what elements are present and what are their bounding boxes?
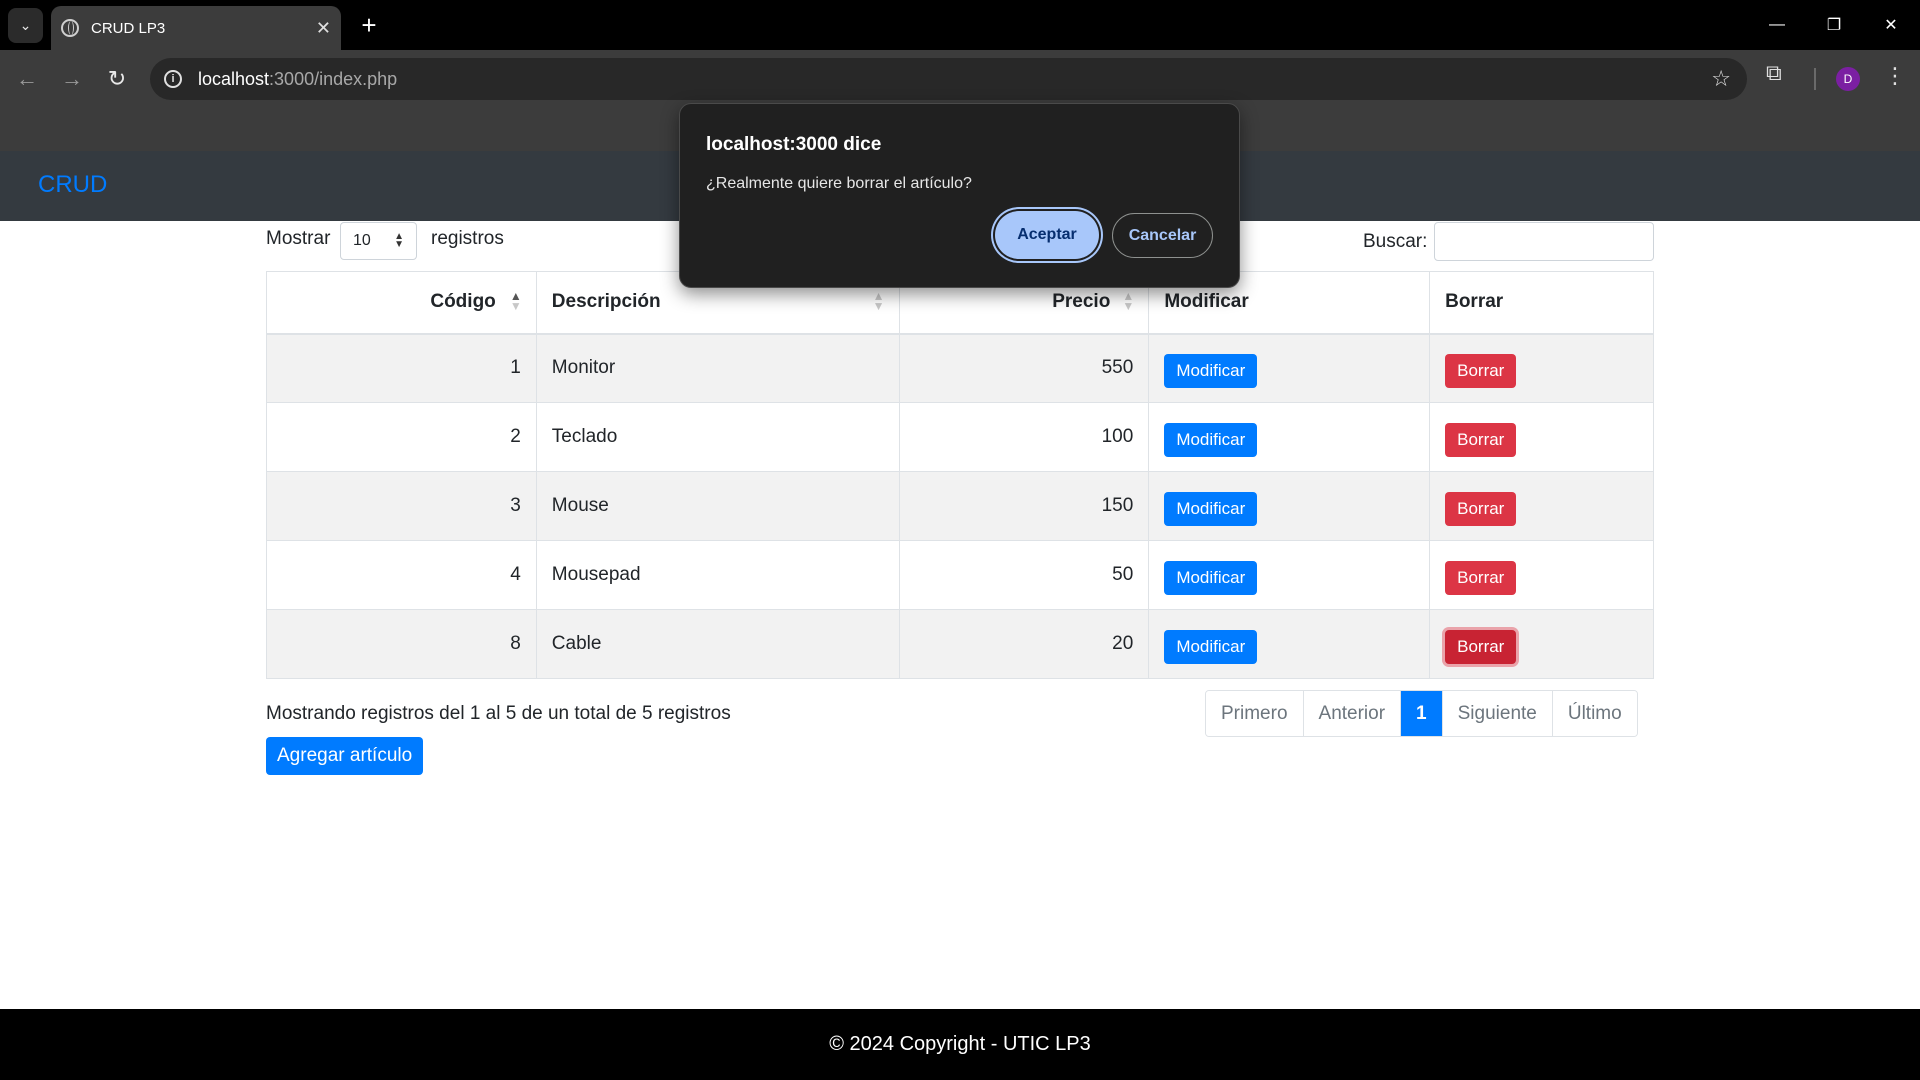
modify-button[interactable]: Modificar bbox=[1164, 354, 1258, 389]
page-next[interactable]: Siguiente bbox=[1442, 691, 1553, 736]
close-icon[interactable]: ✕ bbox=[316, 18, 331, 39]
restore-icon[interactable]: ❐ bbox=[1811, 8, 1857, 42]
url-host: localhost bbox=[198, 68, 270, 89]
page-current[interactable]: 1 bbox=[1401, 691, 1443, 736]
menu-kebab-icon[interactable]: ⋮ bbox=[1884, 63, 1906, 89]
cell-precio: 100 bbox=[898, 402, 1150, 472]
delete-button[interactable]: Borrar bbox=[1445, 423, 1517, 457]
length-value: 10 bbox=[353, 232, 371, 249]
cell-codigo: 2 bbox=[266, 402, 537, 472]
cell-precio: 150 bbox=[898, 471, 1150, 541]
accept-button[interactable]: Aceptar bbox=[995, 211, 1099, 259]
articles-table: Código ▲ ▼ Descripción ▲ ▼ Precio ▲ ▼ Modifica… bbox=[266, 271, 1654, 679]
page-previous[interactable]: Anterior bbox=[1303, 691, 1402, 736]
table-row: 8 Cable 20 Modificar Borrar bbox=[266, 609, 1654, 679]
table-info: Mostrando registros del 1 al 5 de un tot… bbox=[266, 703, 731, 724]
minimize-icon[interactable]: — bbox=[1754, 8, 1800, 42]
column-header-borrar: Borrar bbox=[1429, 271, 1654, 335]
sort-icon: ▲ ▼ bbox=[509, 289, 522, 313]
extensions-icon[interactable]: ⧉ bbox=[1766, 60, 1782, 86]
chevron-down-icon: ⌄ bbox=[19, 17, 32, 33]
dialog-title: localhost:3000 dice bbox=[706, 134, 882, 155]
cell-precio: 550 bbox=[898, 333, 1150, 403]
delete-button[interactable]: Borrar bbox=[1445, 492, 1517, 526]
cancel-button[interactable]: Cancelar bbox=[1112, 213, 1213, 258]
cell-descripcion: Mousepad bbox=[535, 540, 900, 610]
reload-icon[interactable]: ↻ bbox=[100, 62, 134, 96]
table-row: 2 Teclado 100 Modificar Borrar bbox=[266, 402, 1654, 472]
delete-button[interactable]: Borrar bbox=[1445, 561, 1517, 595]
back-icon[interactable]: ← bbox=[10, 62, 44, 96]
forward-icon[interactable]: → bbox=[55, 62, 89, 96]
cell-codigo: 1 bbox=[266, 333, 537, 403]
sort-icon: ▲ ▼ bbox=[1122, 289, 1135, 313]
pagination: Primero Anterior 1 Siguiente Último bbox=[1205, 690, 1638, 737]
browser-tab[interactable]: CRUD LP3 ✕ bbox=[51, 6, 341, 50]
navbar-brand[interactable]: CRUD bbox=[38, 171, 107, 199]
table-row: 3 Mouse 150 Modificar Borrar bbox=[266, 471, 1654, 541]
table-row: 4 Mousepad 50 Modificar Borrar bbox=[266, 540, 1654, 610]
profile-avatar[interactable]: D bbox=[1836, 67, 1860, 91]
browser-toolbar: ← → ↻ i localhost:3000/index.php ☆ bbox=[0, 50, 1920, 107]
address-bar[interactable]: i localhost:3000/index.php ☆ bbox=[150, 58, 1747, 100]
cell-descripcion: Mouse bbox=[535, 471, 900, 541]
table-row: 1 Monitor 550 Modificar Borrar bbox=[266, 333, 1654, 403]
search-label: Buscar: bbox=[1363, 231, 1428, 252]
cell-codigo: 8 bbox=[266, 609, 537, 679]
column-header-codigo[interactable]: Código ▲ ▼ bbox=[266, 271, 537, 335]
page-last[interactable]: Último bbox=[1552, 691, 1637, 736]
cell-codigo: 3 bbox=[266, 471, 537, 541]
cell-descripcion: Monitor bbox=[535, 333, 900, 403]
length-label-suffix: registros bbox=[431, 228, 504, 249]
toolbar-divider bbox=[1814, 68, 1816, 90]
cell-descripcion: Teclado bbox=[535, 402, 900, 472]
delete-button[interactable]: Borrar bbox=[1445, 354, 1517, 389]
page-first[interactable]: Primero bbox=[1206, 691, 1304, 736]
url-path: :3000/index.php bbox=[269, 68, 398, 89]
globe-icon bbox=[61, 19, 79, 37]
cell-descripcion: Cable bbox=[535, 609, 900, 679]
length-select[interactable]: 10 ▲ ▼ bbox=[340, 222, 417, 260]
select-arrows-icon: ▲ ▼ bbox=[394, 231, 404, 250]
add-article-button[interactable]: Agregar artículo bbox=[266, 737, 424, 775]
info-icon[interactable]: i bbox=[164, 70, 182, 88]
modify-button[interactable]: Modificar bbox=[1164, 492, 1258, 526]
page-footer: © 2024 Copyright - UTIC LP3 bbox=[0, 1009, 1920, 1080]
cell-precio: 50 bbox=[898, 540, 1150, 610]
modify-button[interactable]: Modificar bbox=[1164, 561, 1258, 595]
tab-title: CRUD LP3 bbox=[91, 19, 166, 37]
search-input[interactable] bbox=[1434, 222, 1654, 261]
tab-search-button[interactable]: ⌄ bbox=[8, 8, 43, 43]
cell-codigo: 4 bbox=[266, 540, 537, 610]
modify-button[interactable]: Modificar bbox=[1164, 630, 1258, 664]
length-label: Mostrar bbox=[266, 228, 331, 249]
dialog-message: ¿Realmente quiere borrar el artículo? bbox=[706, 175, 972, 192]
delete-button[interactable]: Borrar bbox=[1445, 630, 1517, 664]
confirm-dialog: localhost:3000 dice ¿Realmente quiere bo… bbox=[679, 103, 1240, 288]
new-tab-button[interactable]: + bbox=[354, 10, 384, 40]
window-close-icon[interactable]: ✕ bbox=[1868, 8, 1914, 42]
bookmark-star-icon[interactable]: ☆ bbox=[1711, 66, 1731, 92]
sort-icon: ▲ ▼ bbox=[872, 289, 885, 313]
modify-button[interactable]: Modificar bbox=[1164, 423, 1258, 457]
cell-precio: 20 bbox=[898, 609, 1150, 679]
browser-tabstrip: ⌄ CRUD LP3 ✕ + — ❐ ✕ bbox=[0, 0, 1920, 50]
